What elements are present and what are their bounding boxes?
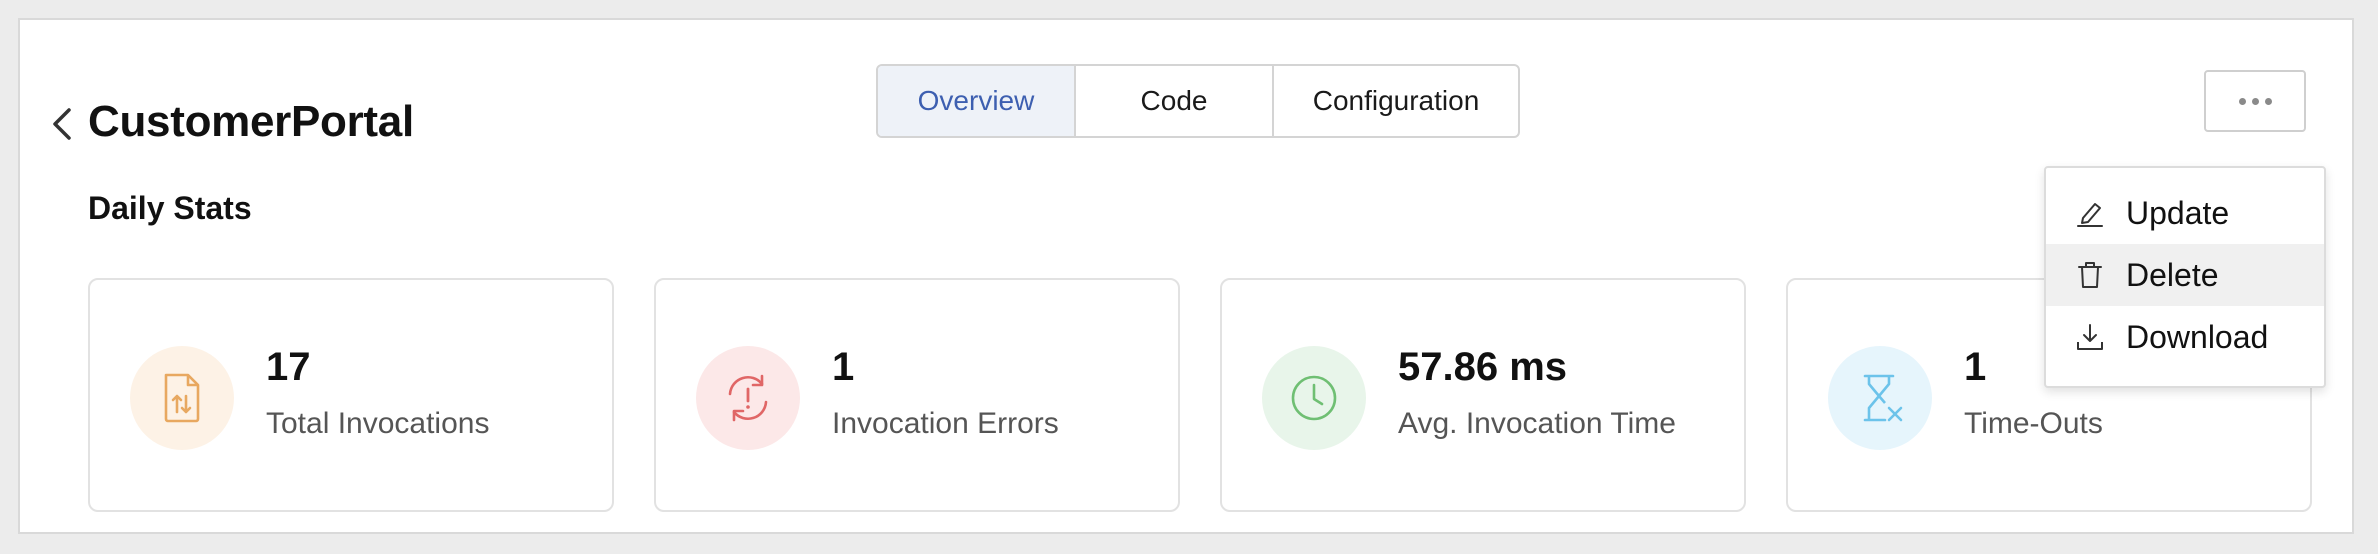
tab-configuration[interactable]: Configuration <box>1274 66 1518 136</box>
section-title: Daily Stats <box>88 190 252 226</box>
back-button[interactable] <box>44 100 80 148</box>
menu-item-label: Update <box>2126 194 2230 231</box>
more-options-button[interactable] <box>2204 70 2306 132</box>
ellipsis-icon <box>2238 97 2246 105</box>
ellipsis-icon-dot <box>2264 97 2272 105</box>
stat-value: 1 <box>1964 345 1987 389</box>
stat-label: Total Invocations <box>266 407 490 440</box>
clock-icon <box>1262 346 1366 450</box>
chevron-left-icon <box>53 108 71 140</box>
stat-value: 17 <box>266 345 311 389</box>
stat-card-total-invocations: 17 Total Invocations <box>88 278 614 512</box>
menu-item-label: Download <box>2126 318 2269 355</box>
menu-item-delete[interactable]: Delete <box>2046 244 2324 306</box>
stat-label: Avg. Invocation Time <box>1398 407 1676 440</box>
menu-item-label: Delete <box>2126 256 2219 293</box>
edit-icon <box>2070 193 2110 233</box>
stat-label: Time-Outs <box>1964 407 2103 440</box>
tab-overview[interactable]: Overview <box>878 66 1076 136</box>
refresh-alert-icon <box>696 346 800 450</box>
stat-label: Invocation Errors <box>832 407 1059 440</box>
stat-value: 57.86 ms <box>1398 345 1568 389</box>
file-transfer-icon <box>130 346 234 450</box>
ellipsis-icon-dot <box>2251 97 2259 105</box>
stat-value: 1 <box>832 345 855 389</box>
menu-item-download[interactable]: Download <box>2046 306 2324 368</box>
tab-code[interactable]: Code <box>1076 66 1274 136</box>
trash-icon <box>2070 255 2110 295</box>
more-options-menu: Update Delete Download <box>2044 166 2326 388</box>
stat-card-avg-invocation-time: 57.86 ms Avg. Invocation Time <box>1220 278 1746 512</box>
menu-item-update[interactable]: Update <box>2046 182 2324 244</box>
function-detail-panel: CustomerPortal Overview Code Configurati… <box>18 18 2354 534</box>
page-title: CustomerPortal <box>88 97 414 146</box>
hourglass-x-icon <box>1828 346 1932 450</box>
tab-bar: Overview Code Configuration <box>876 64 1520 138</box>
stat-card-invocation-errors: 1 Invocation Errors <box>654 278 1180 512</box>
download-icon <box>2070 317 2110 357</box>
